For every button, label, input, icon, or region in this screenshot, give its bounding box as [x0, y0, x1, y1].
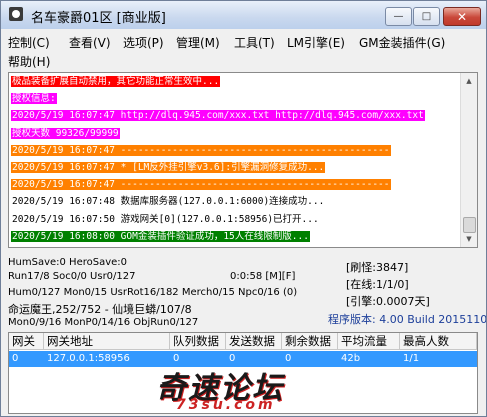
log-line-text: 2020/5/19 16:07:47 http://dlq.945.com/xx… [11, 110, 425, 122]
col-gateway[interactable]: 网关 [9, 333, 44, 350]
scroll-down-icon[interactable]: ▼ [461, 231, 477, 247]
menu-help[interactable]: 帮助(H) [8, 53, 50, 70]
log-line: 2020/5/19 16:07:47 ---------------------… [11, 176, 461, 193]
app-icon [9, 7, 23, 21]
menu-tools[interactable]: 工具(T) [234, 34, 275, 51]
log-line: 授权信息: [11, 90, 461, 107]
log-line-text: 2020/5/19 16:07:50 游戏网关[0](127.0.0.1:589… [11, 213, 320, 225]
log-line: 2020/5/19 16:08:00 GOM金装插件验证成功，15人在线限制版.… [11, 228, 461, 245]
status-run-counts: Run17/8 Soc0/0 Usr0/127 [8, 271, 136, 282]
close-button[interactable]: ✕ [443, 7, 481, 26]
server-status: HumSave:0 HeroSave:0 Run17/8 Soc0/0 Usr0… [8, 254, 486, 332]
status-save-counts: HumSave:0 HeroSave:0 [8, 257, 128, 268]
col-queue-data[interactable]: 队列数据 [170, 333, 226, 350]
col-gateway-address[interactable]: 网关地址 [44, 333, 170, 350]
window-title: 名车豪爵01区 [商业版] [31, 11, 166, 26]
log-scrollbar[interactable]: ▲ ▼ [460, 73, 477, 247]
log-line: 2020/5/19 16:07:47 * [LM反外挂引擎v3.6]:引擎漏洞修… [11, 159, 461, 176]
status-hum-counts: Hum0/127 Mon0/15 UsrRot16/182 Merch0/15 … [8, 287, 298, 298]
menu-control[interactable]: 控制(C) [8, 34, 50, 51]
cell-gateway-address: 127.0.0.1:58956 [47, 353, 130, 364]
log-line: 2020/5/19 16:07:50 游戏网关[0](127.0.0.1:589… [11, 211, 461, 228]
log-line-text: 授权信息: [11, 93, 57, 105]
cell-gateway: 0 [12, 353, 19, 364]
log-line-text: 2020/5/19 16:07:47 * [LM反外挂引擎v3.6]:引擎漏洞修… [11, 161, 326, 173]
status-monster-info: 命运魔王,252/752 - 仙境巨蟒/107/8 [8, 303, 192, 316]
stat-online: [在线:1/1/0] [346, 278, 409, 291]
log-line-text: 2020/5/19 16:07:47 ---------------------… [11, 179, 391, 191]
col-avg-traffic[interactable]: 平均流量 [338, 333, 400, 350]
log-line-text: 2020/5/19 16:07:48 数据库服务器(127.0.0.1:6000… [11, 196, 326, 208]
log-panel[interactable]: 极品装备扩展自动禁用，其它功能正常生效中... 授权信息: 2020/5/19 … [8, 72, 478, 248]
site-watermark-logo: 奇速论坛 73su.com [156, 363, 326, 415]
log-lines: 极品装备扩展自动禁用，其它功能正常生效中... 授权信息: 2020/5/19 … [11, 73, 461, 245]
cell-avg-traffic: 42b [341, 353, 361, 364]
menu-view[interactable]: 查看(V) [69, 34, 111, 51]
status-mon-counts: Mon0/9/16 MonP0/14/16 ObjRun0/127 [8, 317, 199, 328]
log-line: 2020/5/19 16:07:48 数据库服务器(127.0.0.1:6000… [11, 193, 461, 210]
log-line: 2020/5/19 16:07:47 ---------------------… [11, 142, 461, 159]
menu-bar: 控制(C) 查看(V) 选项(P) 管理(M) 工具(T) LM引擎(E) GM… [1, 29, 486, 69]
program-version: 程序版本: 4.00 Build 20151104 [328, 313, 487, 326]
col-sent-data[interactable]: 发送数据 [226, 333, 282, 350]
minimize-button[interactable]: — [385, 7, 412, 26]
menu-manage[interactable]: 管理(M) [176, 34, 220, 51]
log-line: 极品装备扩展自动禁用，其它功能正常生效中... [11, 73, 461, 90]
menu-lm-engine[interactable]: LM引擎(E) [287, 34, 345, 51]
log-line-text: 极品装备扩展自动禁用，其它功能正常生效中... [11, 76, 221, 87]
cell-max-users: 1/1 [403, 353, 420, 364]
scroll-up-icon[interactable]: ▲ [461, 73, 477, 89]
log-line-text: 授权天数 99326/99999 [11, 127, 120, 139]
menu-options[interactable]: 选项(P) [123, 34, 164, 51]
col-max-users[interactable]: 最高人数 [400, 333, 477, 350]
app-window: 名车豪爵01区 [商业版] — □ ✕ 控制(C) 查看(V) 选项(P) 管理… [0, 0, 487, 417]
col-remaining-data[interactable]: 剩余数据 [282, 333, 338, 350]
log-line-text: 2020/5/19 16:08:00 GOM金装插件验证成功，15人在线限制版.… [11, 230, 310, 242]
menu-gm-plugin[interactable]: GM金装插件(G) [359, 34, 445, 51]
log-line-text: 2020/5/19 16:07:47 ---------------------… [11, 144, 391, 156]
maximize-button[interactable]: □ [413, 7, 440, 26]
status-uptime: 0:0:58 [M][F] [230, 271, 296, 282]
log-line: 授权天数 99326/99999 [11, 125, 461, 142]
stat-refresh: [刷怪:3847] [346, 261, 409, 274]
watermark-domain-text: 73su.com [176, 397, 276, 413]
stat-box: [刷怪:3847] [在线:1/1/0] [引擎:0.0007天] [346, 259, 446, 308]
log-line: 2020/5/19 16:07:47 http://dlq.945.com/xx… [11, 107, 461, 124]
title-bar[interactable]: 名车豪爵01区 [商业版] — □ ✕ [1, 1, 486, 29]
stat-engine: [引擎:0.0007天] [346, 295, 430, 308]
table-header: 网关 网关地址 队列数据 发送数据 剩余数据 平均流量 最高人数 [9, 333, 477, 350]
